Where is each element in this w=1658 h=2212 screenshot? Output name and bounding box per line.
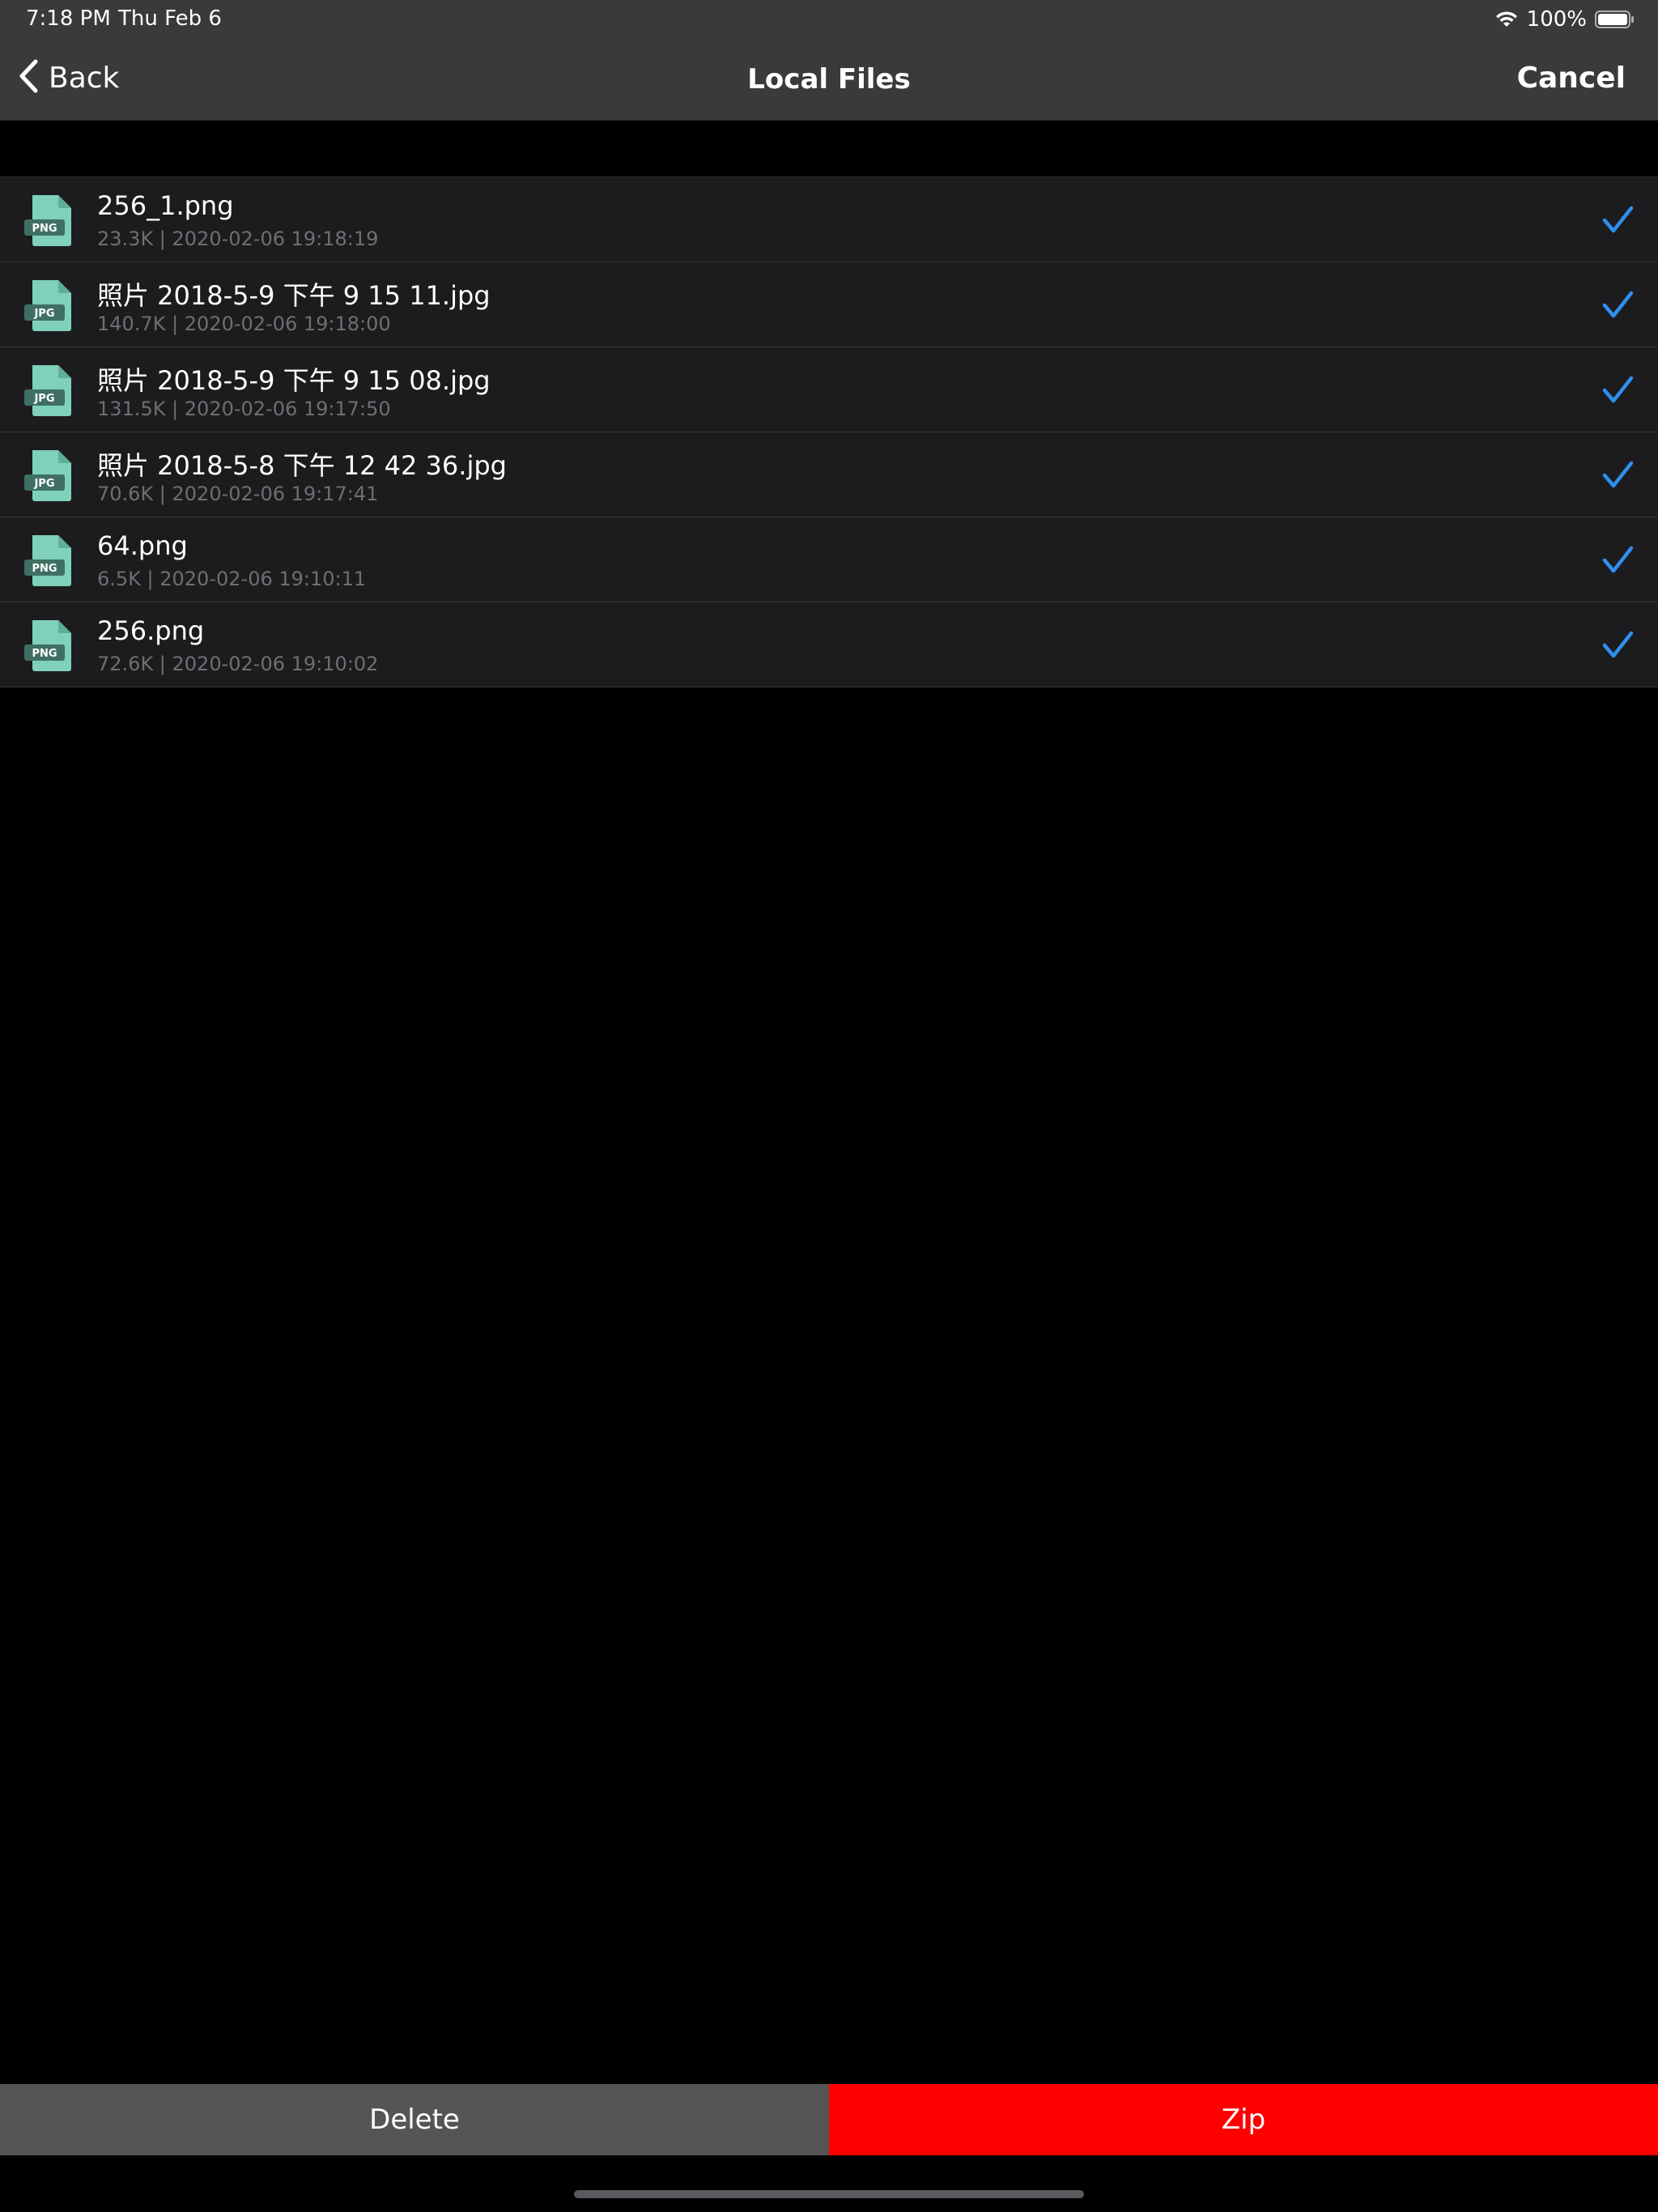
nav-bar: Back Local Files Cancel <box>0 39 1658 121</box>
file-name: 256.png <box>97 615 205 646</box>
png-file-icon: PNG <box>23 194 74 247</box>
file-row[interactable]: JPG 照片 2018-5-9 下午 9 15 08.jpg 131.5K | … <box>0 347 1658 432</box>
action-bar: Delete Zip <box>0 2084 1658 2155</box>
svg-text:JPG: JPG <box>33 308 54 320</box>
checkmark-icon[interactable] <box>1601 289 1634 321</box>
checkmark-icon[interactable] <box>1601 459 1634 491</box>
file-row[interactable]: PNG 256_1.png 23.3K | 2020-02-06 19:18:1… <box>0 177 1658 262</box>
svg-text:PNG: PNG <box>32 648 57 660</box>
checkmark-icon[interactable] <box>1601 374 1634 406</box>
svg-text:PNG: PNG <box>32 563 57 575</box>
file-name: 照片 2018-5-9 下午 9 15 08.jpg <box>97 365 491 396</box>
checkmark-icon[interactable] <box>1601 544 1634 576</box>
status-bar: 7:18 PM Thu Feb 6 100% <box>0 0 1658 39</box>
battery-percent: 100% <box>1526 7 1587 32</box>
cancel-button[interactable]: Cancel <box>1517 62 1626 95</box>
file-list: PNG 256_1.png 23.3K | 2020-02-06 19:18:1… <box>0 177 1658 687</box>
page-title: Local Files <box>747 63 911 96</box>
file-meta: 70.6K | 2020-02-06 19:17:41 <box>97 483 379 505</box>
zip-button[interactable]: Zip <box>829 2084 1658 2155</box>
jpg-file-icon: JPG <box>23 279 74 332</box>
file-row[interactable]: PNG 64.png 6.5K | 2020-02-06 19:10:11 <box>0 517 1658 602</box>
delete-button[interactable]: Delete <box>0 2084 829 2155</box>
checkmark-icon[interactable] <box>1601 204 1634 236</box>
home-indicator[interactable] <box>574 2190 1084 2198</box>
file-meta: 131.5K | 2020-02-06 19:17:50 <box>97 398 391 420</box>
file-meta: 6.5K | 2020-02-06 19:10:11 <box>97 568 367 590</box>
battery-icon <box>1595 10 1635 29</box>
file-name: 256_1.png <box>97 190 234 221</box>
file-row[interactable]: JPG 照片 2018-5-9 下午 9 15 11.jpg 140.7K | … <box>0 262 1658 347</box>
status-date: Thu Feb 6 <box>118 6 222 31</box>
file-name: 64.png <box>97 530 188 561</box>
file-meta: 23.3K | 2020-02-06 19:18:19 <box>97 228 379 250</box>
svg-text:JPG: JPG <box>33 393 54 405</box>
file-meta: 72.6K | 2020-02-06 19:10:02 <box>97 653 379 675</box>
png-file-icon: PNG <box>23 534 74 587</box>
jpg-file-icon: JPG <box>23 449 74 502</box>
file-row[interactable]: PNG 256.png 72.6K | 2020-02-06 19:10:02 <box>0 602 1658 687</box>
svg-text:JPG: JPG <box>33 478 54 490</box>
file-row[interactable]: JPG 照片 2018-5-8 下午 12 42 36.jpg 70.6K | … <box>0 432 1658 517</box>
checkmark-icon[interactable] <box>1601 629 1634 661</box>
png-file-icon: PNG <box>23 619 74 672</box>
status-indicators: 100% <box>1494 5 1635 34</box>
wifi-icon <box>1494 10 1519 29</box>
jpg-file-icon: JPG <box>23 364 74 417</box>
svg-text:PNG: PNG <box>32 223 57 235</box>
file-name: 照片 2018-5-9 下午 9 15 11.jpg <box>97 280 491 311</box>
file-meta: 140.7K | 2020-02-06 19:18:00 <box>97 313 391 335</box>
status-time: 7:18 PM <box>26 6 111 31</box>
screen: 7:18 PM Thu Feb 6 100% Back Local Files … <box>0 0 1658 2212</box>
file-name: 照片 2018-5-8 下午 12 42 36.jpg <box>97 450 507 481</box>
